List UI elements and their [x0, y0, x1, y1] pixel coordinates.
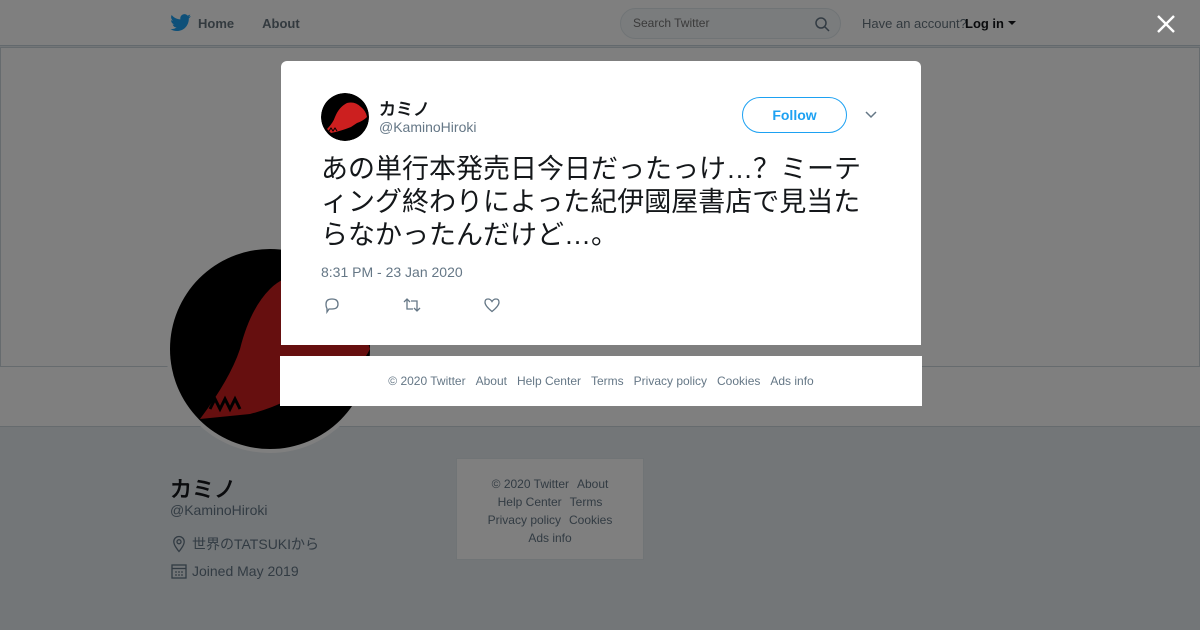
modal-footer: © 2020 Twitter About Help Center Terms P… — [280, 356, 922, 406]
modal-footer-cookies-link[interactable]: Cookies — [717, 374, 760, 388]
chevron-down-icon[interactable] — [864, 109, 878, 119]
modal-footer-help-link[interactable]: Help Center — [517, 374, 581, 388]
tweet-modal: カミノ @KaminoHiroki Follow あの単行本発売日今日だったっけ… — [281, 61, 921, 345]
tweet-author-avatar[interactable] — [321, 93, 369, 141]
follow-button[interactable]: Follow — [742, 97, 847, 133]
tweet-timestamp[interactable]: 8:31 PM - 23 Jan 2020 — [321, 264, 463, 280]
modal-footer-copyright: © 2020 Twitter — [388, 374, 466, 388]
tweet-text: あの単行本発売日今日だったっけ…？ミーティング終わりによった紀伊國屋書店で見当た… — [321, 154, 861, 250]
retweet-icon[interactable] — [403, 296, 421, 314]
dinosaur-logo-icon — [321, 93, 369, 141]
modal-footer-ads-link[interactable]: Ads info — [770, 374, 813, 388]
modal-footer-about-link[interactable]: About — [476, 374, 507, 388]
modal-footer-terms-link[interactable]: Terms — [591, 374, 624, 388]
tweet-author-handle[interactable]: @KaminoHiroki — [379, 119, 476, 135]
modal-footer-privacy-link[interactable]: Privacy policy — [634, 374, 707, 388]
close-icon[interactable] — [1154, 12, 1178, 36]
reply-icon[interactable] — [323, 296, 341, 314]
like-heart-icon[interactable] — [483, 296, 501, 314]
tweet-author-name[interactable]: カミノ — [379, 95, 430, 120]
